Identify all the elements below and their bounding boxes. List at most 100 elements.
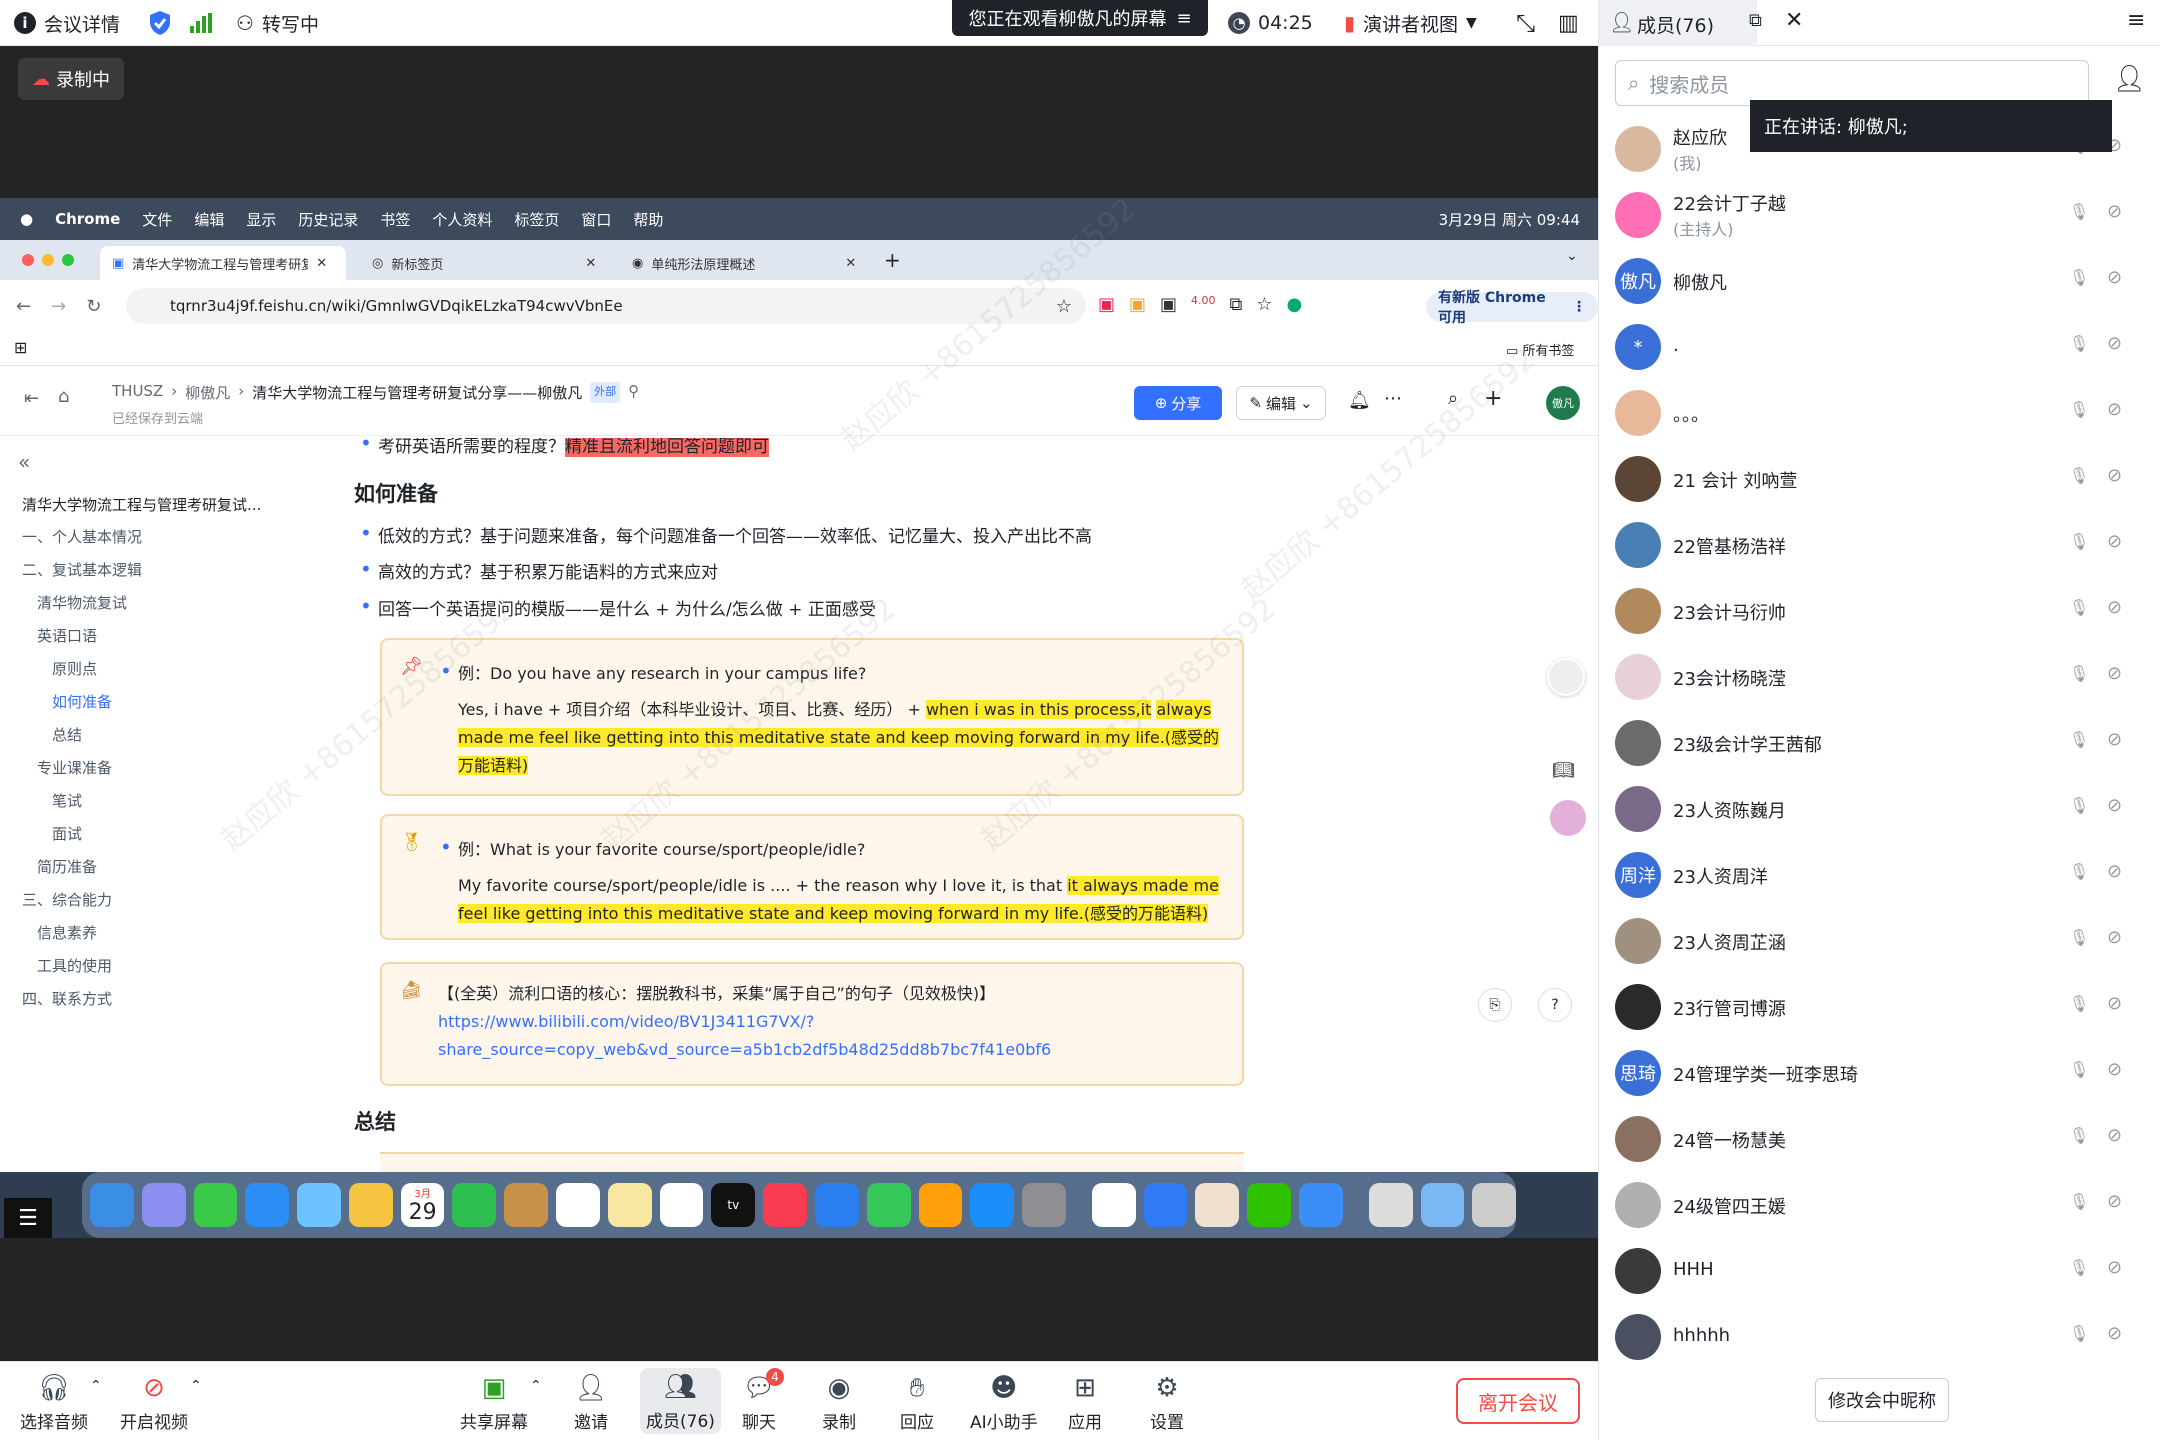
share-button[interactable]: ⊕ 分享 (1134, 386, 1222, 420)
chrome-update-button[interactable]: 有新版 Chrome 可用 ⋮ (1426, 290, 1598, 326)
pages-icon[interactable] (918, 1183, 963, 1227)
toc-item[interactable]: 原则点 (52, 658, 97, 679)
appstore-icon[interactable] (970, 1183, 1015, 1227)
member-row[interactable]: 23人资周芷涵 🎙︎ ⊘ (1599, 908, 2160, 974)
toc-item[interactable]: 工具的使用 (37, 955, 112, 976)
share-screen-button[interactable]: ▣ 共享屏幕 (460, 1372, 528, 1433)
calendar-icon[interactable]: 3月 29 (400, 1183, 445, 1227)
finder-icon[interactable] (90, 1183, 134, 1227)
member-row[interactable]: 思琦 24管理学类一班李思琦 🎙︎ ⊘ (1599, 1040, 2160, 1106)
comment-icon[interactable]: ⎘ (1478, 988, 1512, 1022)
browser-tab[interactable]: ◉ 单纯形法原理概述 ✕ (620, 246, 870, 280)
forward-icon[interactable]: → (51, 296, 66, 317)
avatar-app-icon[interactable] (1195, 1183, 1240, 1227)
member-row[interactable]: 24级管四王媛 🎙︎ ⊘ (1599, 1172, 2160, 1238)
member-row[interactable]: 22会计丁子越 (主持人) 🎙︎ ⊘ (1599, 182, 2160, 248)
extension-icon[interactable]: ▣ (1129, 294, 1146, 315)
browser-tab-active[interactable]: ▣ 清华大学物流工程与管理考研复试 ✕ (100, 246, 346, 280)
address-bar[interactable]: tqrnr3u4j9f.feishu.cn/wiki/GmnlwGVDqikEL… (126, 288, 1086, 324)
extension-icon[interactable]: ▣ (1160, 294, 1177, 315)
back-icon[interactable]: ← (16, 296, 31, 317)
member-row[interactable]: 22管基杨浩祥 🎙︎ ⊘ (1599, 512, 2160, 578)
settings-button[interactable]: ⚙︎ 设置 (1150, 1372, 1184, 1433)
member-row[interactable]: 傲凡 柳傲凡 🎙︎ ⊘ (1599, 248, 2160, 314)
all-bookmarks[interactable]: ▭ 所有书签 (1506, 340, 1574, 359)
invite-button[interactable]: 👤︎ 邀请 (574, 1372, 608, 1433)
wechat-icon[interactable] (1247, 1183, 1291, 1227)
member-row[interactable]: 24管一杨慧美 🎙︎ ⊘ (1599, 1106, 2160, 1172)
member-row[interactable]: 23级会计学王茜郁 🎙︎ ⊘ (1599, 710, 2160, 776)
security-shield-icon[interactable] (148, 0, 172, 46)
documents-stack-icon[interactable] (1368, 1183, 1413, 1227)
reminders-icon[interactable] (556, 1183, 600, 1227)
help-icon[interactable]: ? (1538, 988, 1572, 1022)
member-row[interactable]: 23会计马衍帅 🎙︎ ⊘ (1599, 578, 2160, 644)
video-link[interactable]: https://www.bilibili.com/video/BV1J3411G… (438, 1008, 1051, 1064)
toc-item[interactable]: 清华物流复试 (37, 592, 127, 613)
breadcrumb-item[interactable]: THUSZ (112, 382, 163, 403)
add-icon[interactable]: + (1484, 386, 1502, 411)
maps-icon[interactable] (297, 1183, 341, 1227)
toc-item[interactable]: 二、复试基本逻辑 (22, 559, 142, 580)
mail-icon[interactable] (245, 1183, 290, 1227)
member-row[interactable]: HHH 🎙︎ ⊘ (1599, 1238, 2160, 1304)
chevron-up-icon[interactable]: ⌃ (190, 1378, 202, 1394)
numbers-icon[interactable] (866, 1183, 911, 1227)
exit-fullscreen-icon[interactable]: ⤡ (1516, 0, 1535, 46)
bell-icon[interactable]: 🔔︎ (1348, 390, 1371, 411)
toc-item[interactable]: 一、个人基本情况 (22, 526, 142, 547)
collaborator-avatar[interactable] (1547, 658, 1585, 696)
messages-icon[interactable] (193, 1183, 238, 1227)
member-row[interactable]: 。。。 🎙︎ ⊘ (1599, 380, 2160, 446)
assistant-icon[interactable] (1550, 800, 1586, 836)
more-icon[interactable]: ⋯ (1384, 388, 1402, 409)
collapse-toc-icon[interactable]: « (18, 450, 30, 474)
keynote-icon[interactable] (814, 1183, 859, 1227)
bookmark-star-icon[interactable]: ☆ (1056, 296, 1072, 317)
home-icon[interactable]: ⌂ (58, 386, 69, 407)
search-icon[interactable]: ⌕ (1448, 388, 1458, 409)
side-panel-toggle-icon[interactable]: ▥ (1558, 0, 1579, 46)
launchpad-icon[interactable] (141, 1183, 186, 1227)
appletv-icon[interactable]: tv (711, 1183, 756, 1227)
trash-icon[interactable] (1472, 1183, 1517, 1227)
edit-dropdown[interactable]: ✎ 编辑 ⌄ (1236, 386, 1326, 420)
user-avatar[interactable]: 傲凡 (1546, 386, 1580, 420)
apps-button[interactable]: ⊞ 应用 (1068, 1372, 1102, 1433)
tab-close-icon[interactable]: ✕ (585, 256, 596, 271)
member-row[interactable]: 23会计杨晓滢 🎙︎ ⊘ (1599, 644, 2160, 710)
feishu-dock-icon[interactable] (1143, 1183, 1188, 1227)
photos-icon[interactable] (348, 1183, 393, 1227)
toc-item[interactable]: 四、联系方式 (22, 988, 112, 1009)
minimize-window-icon[interactable] (42, 254, 54, 266)
sharing-banner[interactable]: 您正在观看柳傲凡的屏幕 ≡ (952, 0, 1208, 36)
toc-item[interactable]: 面试 (52, 823, 82, 844)
close-icon[interactable]: ✕ (1785, 8, 1803, 33)
chrome-dock-icon[interactable] (1091, 1183, 1136, 1227)
toc-toggle-icon[interactable]: ⇤ (24, 388, 39, 409)
member-row[interactable]: 23人资陈巍月 🎙︎ ⊘ (1599, 776, 2160, 842)
members-button[interactable]: 👥︎ 成员(76) (640, 1368, 721, 1434)
reload-icon[interactable]: ↻ (86, 296, 101, 317)
member-row[interactable]: 23行管司博源 🎙︎ ⊘ (1599, 974, 2160, 1040)
member-row[interactable]: 21 会计 刘吶萱 🎙︎ ⊘ (1599, 446, 2160, 512)
chevron-up-icon[interactable]: ⌃ (90, 1378, 102, 1394)
network-signal-icon[interactable] (190, 0, 212, 46)
toc-item[interactable]: 笔试 (52, 790, 82, 811)
breadcrumb-item[interactable]: 柳傲凡 (185, 382, 230, 403)
react-button[interactable]: ✋︎ 回应 (900, 1372, 934, 1434)
member-row[interactable]: *. 🎙︎ ⊘ (1599, 314, 2160, 380)
popout-icon[interactable]: ⧉ (1749, 10, 1762, 31)
ai-assistant-button[interactable]: ☻ AI小助手 (970, 1372, 1038, 1433)
audio-button[interactable]: 🎧︎ 选择音频 (20, 1372, 88, 1433)
maximize-window-icon[interactable] (62, 254, 74, 266)
member-row[interactable]: 周洋 23人资周洋 🎙︎ ⊘ (1599, 842, 2160, 908)
hamburger-menu-icon[interactable]: ≡ (2127, 8, 2145, 33)
list-menu-icon[interactable]: ☰ (4, 1198, 52, 1238)
rename-button[interactable]: 修改会中昵称 (1815, 1378, 1949, 1422)
notes-icon[interactable] (607, 1183, 652, 1227)
music-icon[interactable] (763, 1183, 807, 1227)
tab-close-icon[interactable]: ✕ (845, 256, 856, 271)
chevron-up-icon[interactable]: ⌃ (530, 1378, 542, 1394)
toc-item[interactable]: 信息素养 (37, 922, 97, 943)
